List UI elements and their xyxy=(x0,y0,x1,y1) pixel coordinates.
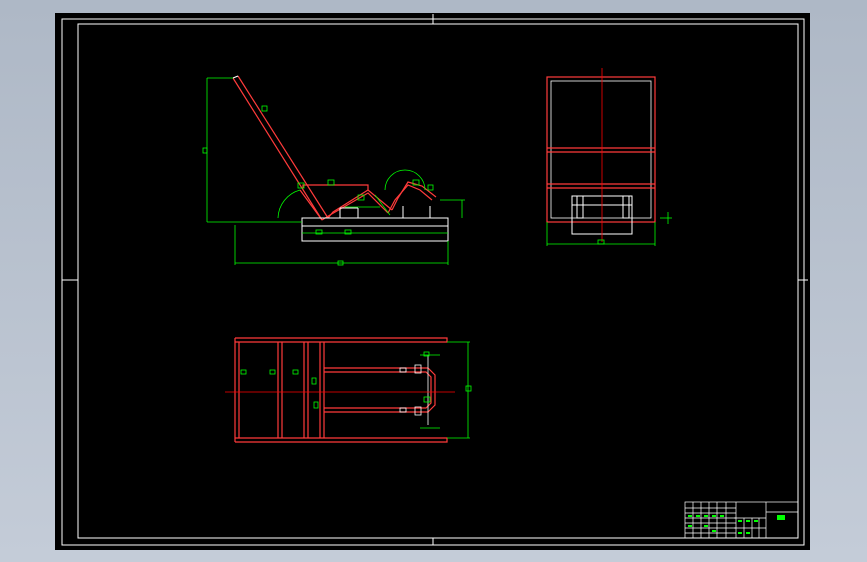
top-inner-details xyxy=(399,355,429,425)
end-dimensions xyxy=(546,212,672,246)
side-backrest xyxy=(232,75,329,221)
drawing-frame xyxy=(61,14,808,546)
side-dimensions xyxy=(202,77,465,266)
side-seat-frame xyxy=(299,181,437,221)
top-view xyxy=(225,337,472,443)
top-dimensions xyxy=(240,341,472,439)
inner-border xyxy=(77,23,799,539)
side-view xyxy=(202,75,465,266)
top-frame xyxy=(234,337,448,443)
cad-drawing xyxy=(61,14,808,546)
end-frame xyxy=(546,76,656,223)
end-view xyxy=(546,68,672,246)
outer-border xyxy=(61,18,805,546)
